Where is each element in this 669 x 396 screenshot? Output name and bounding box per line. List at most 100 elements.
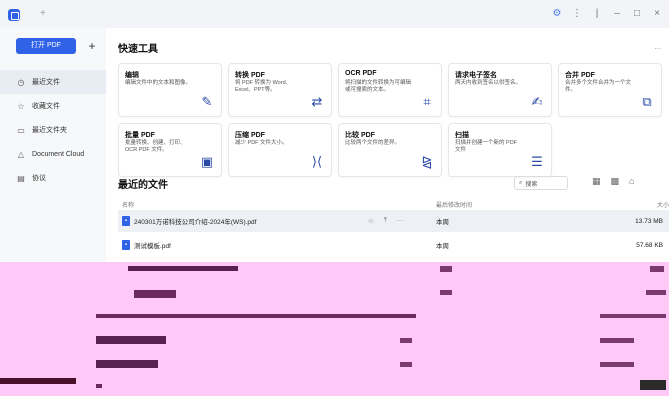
divider: | [595, 8, 599, 19]
tool-desc: 编辑文件中的文本和图像。 [125, 80, 192, 86]
ocr-icon: ⌗ [423, 94, 431, 109]
tool-card-merge[interactable]: 合并 PDF 合并多个文件合并为一个文件。 ⧉ [558, 63, 662, 117]
view-toggle: ▦ ▩ ⌂ [592, 176, 634, 187]
title-bar: + ⚙ ⋮ | – □ × [0, 0, 669, 29]
sidebar-item-document-cloud[interactable]: △ Document Cloud [0, 142, 106, 166]
sidebar-item-label: Document Cloud [32, 150, 85, 158]
sidebar-item-recent-files[interactable]: ◷ 最近文件 [0, 70, 106, 94]
more-options-button[interactable]: ... [654, 42, 661, 51]
tool-title: 合并 PDF [565, 72, 595, 79]
tool-title: 编辑 [125, 72, 139, 79]
app-logo-icon [8, 9, 20, 21]
tool-card-compare[interactable]: 比较 PDF 比较两个文件的差异。 ⧎ [338, 123, 442, 177]
file-name: 测试模板.pdf [134, 243, 171, 250]
sidebar-item-favorites[interactable]: ☆ 收藏文件 [0, 94, 106, 118]
glitch-block [646, 290, 666, 295]
tool-title: 请求电子签名 [455, 72, 497, 79]
glitch-block [96, 314, 416, 318]
search-icon: ⌕ [519, 179, 523, 186]
signature-icon: ✍ [531, 94, 543, 109]
column-name[interactable]: 名称 [122, 200, 134, 209]
sidebar-item-recent-folders[interactable]: ▭ 最近文件夹 [0, 118, 106, 142]
pdf-file-icon: ▪ [122, 240, 130, 250]
column-modified[interactable]: 最后修改时间 [436, 200, 472, 209]
window-controls: ⚙ ⋮ | – □ × [551, 8, 663, 19]
recent-files-title: 最近的文件 [118, 180, 168, 191]
minimize-icon[interactable]: – [611, 8, 623, 19]
grid-view-icon[interactable]: ▩ [611, 176, 620, 187]
glitch-block [440, 266, 452, 272]
menu-icon[interactable]: ⋮ [571, 8, 583, 19]
file-size: 57.68 KB [636, 241, 663, 249]
glitch-block [650, 266, 664, 272]
tool-card-compress[interactable]: 压缩 PDF 减少 PDF 文件大小。 ⟩⟨ [228, 123, 332, 177]
search-placeholder: 搜索 [525, 181, 538, 188]
glitch-block [440, 290, 452, 295]
settings-icon[interactable]: ⚙ [551, 8, 563, 19]
corrupted-render-area [0, 262, 669, 396]
sidebar-item-label: 协议 [32, 175, 46, 182]
file-size: 13.73 MB [635, 217, 663, 225]
pdf-file-icon: ▪ [122, 216, 130, 226]
table-row[interactable]: ▪ 测试模板.pdf 本周 57.68 KB [118, 234, 669, 256]
search-input[interactable]: ⌕ 搜索 [514, 176, 568, 190]
tool-desc: 将 PDF 转换为 Word、Excel、PPT等。 [235, 80, 292, 93]
merge-icon: ⧉ [642, 94, 652, 109]
glitch-block [600, 338, 634, 343]
new-button[interactable]: + [84, 38, 100, 54]
glitch-block [128, 266, 238, 271]
tool-card-convert[interactable]: 转换 PDF 将 PDF 转换为 Word、Excel、PPT等。 ⇄ [228, 63, 332, 117]
glitch-block [0, 378, 76, 384]
new-tab-button[interactable]: + [40, 8, 46, 19]
tool-card-ocr[interactable]: OCR PDF 将扫描的文件转换为可编辑或可搜索的文本。 ⌗ [338, 63, 442, 117]
tool-title: OCR PDF [345, 70, 377, 77]
tool-desc: 两天内收到签名以供签名。 [455, 80, 522, 86]
tool-desc: 扫描并创建一个新的 PDF 文件 [455, 140, 518, 153]
glitch-block [640, 380, 666, 390]
column-size[interactable]: 大小 [657, 200, 669, 209]
glitch-block [134, 290, 176, 298]
glitch-block [600, 314, 666, 318]
sidebar-item-label: 最近文件 [32, 79, 60, 86]
row-actions: ☆ ⤒ ··· [368, 217, 403, 225]
clock-icon: ◷ [17, 77, 25, 87]
close-icon[interactable]: × [651, 8, 663, 19]
tool-title: 压缩 PDF [235, 132, 265, 139]
tool-card-esign[interactable]: 请求电子签名 两天内收到签名以供签名。 ✍ [448, 63, 552, 117]
open-pdf-button[interactable]: 打开 PDF [16, 38, 76, 54]
glitch-block [400, 338, 412, 343]
file-date: 本周 [436, 243, 449, 250]
tool-title: 比较 PDF [345, 132, 375, 139]
tool-desc: 比较两个文件的差异。 [345, 140, 401, 146]
maximize-icon[interactable]: □ [631, 8, 643, 19]
sidebar-item-label: 最近文件夹 [32, 127, 67, 134]
edit-icon: ✎ [201, 94, 213, 109]
favorite-icon[interactable]: ☆ [368, 217, 374, 225]
list-view-icon[interactable]: ▦ [592, 176, 601, 187]
tool-card-edit[interactable]: 编辑 编辑文件中的文本和图像。 ✎ [118, 63, 222, 117]
tool-card-scan[interactable]: 扫描 扫描并创建一个新的 PDF 文件 ☰ [448, 123, 552, 177]
document-icon: ▤ [17, 173, 25, 183]
trash-icon[interactable]: ⌂ [629, 176, 634, 187]
table-row[interactable]: ▪ 240301万诺科技公司介绍-2024年(WS).pdf ☆ ⤒ ··· 本… [118, 210, 669, 232]
glitch-block [96, 384, 102, 388]
more-icon[interactable]: ··· [397, 217, 404, 225]
compress-icon: ⟩⟨ [311, 154, 323, 169]
folder-icon: ▭ [17, 125, 25, 135]
glitch-block [600, 362, 634, 367]
file-date: 本周 [436, 219, 449, 226]
convert-icon: ⇄ [311, 94, 323, 109]
tool-desc: 减少 PDF 文件大小。 [235, 140, 288, 146]
tool-title: 转换 PDF [235, 72, 265, 79]
glitch-block [96, 360, 158, 368]
star-icon: ☆ [17, 101, 25, 111]
glitch-block [400, 362, 412, 367]
file-name: 240301万诺科技公司介绍-2024年(WS).pdf [134, 219, 257, 226]
tool-desc: 批量转换、创建、打印、OCR PDF 文件。 [125, 140, 186, 153]
tool-card-batch[interactable]: 批量 PDF 批量转换、创建、打印、OCR PDF 文件。 ▣ [118, 123, 222, 177]
upload-icon[interactable]: ⤒ [384, 217, 387, 225]
batch-icon: ▣ [200, 154, 214, 169]
sidebar-item-agreements[interactable]: ▤ 协议 [0, 166, 106, 190]
tool-desc: 合并多个文件合并为一个文件。 [565, 80, 632, 93]
quick-tools-title: 快速工具 [118, 44, 158, 55]
